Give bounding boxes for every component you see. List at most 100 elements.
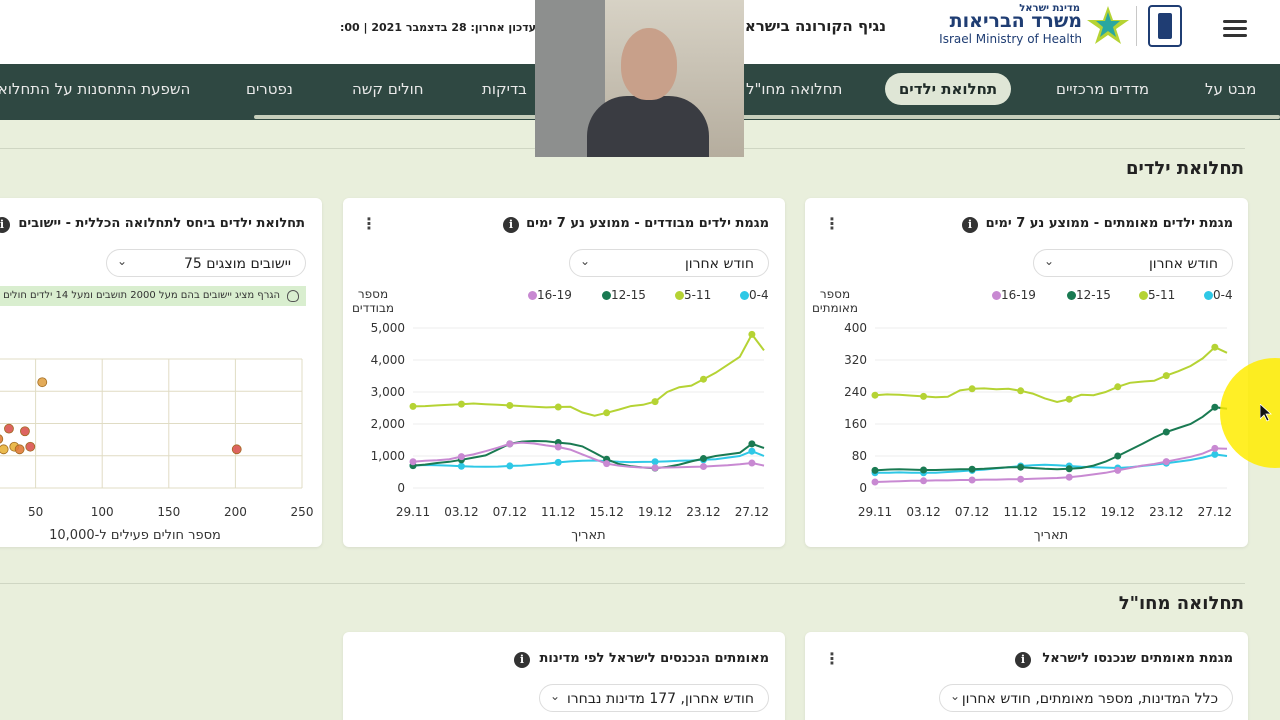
settlements-dropdown[interactable]: 75 יישובים מוצגים ⌄: [106, 249, 306, 277]
y-tick-label: 1,000: [371, 449, 405, 463]
data-point-16-19: [1162, 458, 1170, 466]
x-tick-label: 27.12: [1198, 505, 1232, 519]
x-axis-label: תאריך: [571, 528, 605, 543]
data-point-5-11: [554, 403, 562, 411]
period-dropdown[interactable]: חודש אחרון ⌄: [569, 249, 769, 277]
data-point-5-11: [699, 375, 707, 383]
info-icon[interactable]: i: [503, 217, 519, 233]
more-options-icon[interactable]: ⋮: [824, 651, 840, 667]
webcam-overlay: [535, 0, 744, 157]
info-icon[interactable]: i: [1015, 652, 1031, 668]
data-point-16-19: [699, 463, 707, 471]
nav-tab-overview[interactable]: מבט על: [1205, 80, 1256, 98]
y-tick-label: 80: [852, 449, 867, 463]
isolated-line-chart: 0 1,000 2,000 3,000 4,000 5,000 29.11 03.12 07.1…: [371, 321, 769, 543]
data-point-12-15: [968, 465, 976, 473]
data-point-16-19: [1114, 466, 1122, 474]
nav-scrollbar[interactable]: [254, 115, 1280, 119]
data-point-16-19: [409, 458, 417, 466]
y-tick-label: 320: [844, 353, 867, 367]
data-point-5-11: [409, 402, 417, 410]
data-point-5-11: [506, 401, 514, 409]
card-title: מגמת ילדים מאומתים - ממוצע נע 7 ימים: [985, 216, 1233, 231]
legend-item[interactable]: 5-11: [1135, 288, 1175, 302]
y-axis-label: מספר מבודדים: [351, 287, 395, 315]
data-point-5-11: [748, 330, 756, 338]
x-tick-label: 15.12: [1052, 505, 1086, 519]
nav-tab-children[interactable]: תחלואת ילדים: [885, 73, 1011, 105]
info-icon[interactable]: i: [514, 652, 530, 668]
scatter-point: [0, 444, 9, 455]
data-point-5-11: [651, 398, 659, 406]
x-tick-label: 250: [291, 505, 314, 519]
x-tick-label: 23.12: [686, 505, 720, 519]
x-axis-label: תאריך: [1034, 528, 1068, 543]
data-point-16-19: [1017, 475, 1025, 483]
x-tick-label: 50: [28, 505, 43, 519]
data-point-5-11: [603, 409, 611, 417]
data-point-12-15: [1211, 403, 1219, 411]
data-point-12-15: [748, 440, 756, 448]
last-update-label: עדכון אחרון: 28 בדצמבר 2021 | 09:00: [340, 21, 536, 34]
nav-tab-abroad[interactable]: תחלואה מחו"ל: [746, 80, 842, 98]
period-dropdown[interactable]: חודש אחרון ⌄: [1033, 249, 1233, 277]
series-line-5-11: [874, 346, 1228, 404]
section-divider: [0, 583, 1245, 584]
scatter-point: [4, 423, 14, 434]
nav-tab-key-metrics[interactable]: מדדים מרכזיים: [1056, 80, 1149, 98]
more-options-icon[interactable]: ⋮: [824, 216, 840, 232]
hamburger-menu-icon[interactable]: [1223, 16, 1247, 38]
data-point-12-15: [920, 466, 928, 474]
nav-tab-deceased[interactable]: נפטרים: [246, 80, 293, 98]
nav-tab-severe[interactable]: חולים קשה: [352, 80, 424, 98]
series-line-5-11: [412, 332, 765, 417]
mouse-cursor-icon: [1260, 404, 1272, 422]
nav-tab-tests[interactable]: בדיקות: [482, 80, 527, 98]
scatter-point: [37, 377, 48, 388]
legend-item[interactable]: 5-11: [671, 288, 711, 302]
scatter-point: [25, 441, 36, 452]
series-line-16-19: [412, 441, 765, 469]
confirmed-line-chart: 0 80 160 240 320 400 29.11 03.12 07.12 11.12 15.12…: [844, 321, 1232, 543]
legend-item[interactable]: 0-4: [1200, 288, 1233, 302]
state-emblem-icon: [1148, 5, 1182, 47]
x-tick-label: 03.12: [906, 505, 940, 519]
x-tick-label: 03.12: [444, 505, 478, 519]
settlements-scatter-chart: 50 100 150 200 250 מספר חולים פעילים ל-10,000: [0, 358, 314, 543]
card-title: תחלואת ילדים ביחס לתחלואה הכללית - יישוב…: [18, 216, 305, 231]
data-point-16-19: [748, 459, 756, 467]
nav-tab-vaccination-effect[interactable]: השפעת התחסנות על התחלואה: [0, 80, 190, 98]
countries-dropdown[interactable]: חודש אחרון, 177 מדינות נבחרו ⌄: [539, 684, 769, 712]
data-point-0-4: [651, 458, 659, 466]
x-tick-label: 15.12: [589, 505, 623, 519]
data-point-5-11: [1162, 372, 1170, 380]
y-axis-label: מספר מאומתים: [811, 287, 859, 315]
data-point-5-11: [1017, 387, 1025, 395]
chevron-down-icon: ⌄: [117, 254, 128, 268]
data-point-16-19: [920, 477, 928, 485]
y-tick-label: 0: [859, 481, 867, 495]
data-point-12-15: [1162, 428, 1170, 436]
legend-item[interactable]: 12-15: [598, 288, 646, 302]
more-options-icon[interactable]: ⋮: [361, 216, 377, 232]
card-title: מגמת ילדים מבודדים - ממוצע נע 7 ימים: [526, 216, 769, 231]
x-tick-label: 07.12: [493, 505, 527, 519]
legend-item[interactable]: 0-4: [736, 288, 769, 302]
legend-item[interactable]: 12-15: [1063, 288, 1111, 302]
x-tick-label: 100: [91, 505, 114, 519]
abroad-filter-dropdown[interactable]: כלל המדינות, מספר מאומתים, חודש אחרון ⌄: [939, 684, 1233, 712]
x-tick-label: 150: [157, 505, 180, 519]
legend-item[interactable]: 16-19: [988, 288, 1036, 302]
x-tick-label: 200: [224, 505, 247, 519]
x-tick-label: 11.12: [1003, 505, 1037, 519]
org-name-hebrew: משרד הבריאות: [949, 10, 1082, 32]
y-tick-label: 240: [844, 385, 867, 399]
info-icon[interactable]: i: [962, 217, 978, 233]
data-point-16-19: [1065, 473, 1073, 481]
scatter-point: [0, 434, 4, 444]
y-tick-label: 2,000: [371, 417, 405, 431]
lightbulb-icon: [287, 290, 299, 302]
legend-item[interactable]: 16-19: [524, 288, 572, 302]
data-point-0-4: [554, 458, 562, 466]
data-point-16-19: [871, 478, 879, 486]
